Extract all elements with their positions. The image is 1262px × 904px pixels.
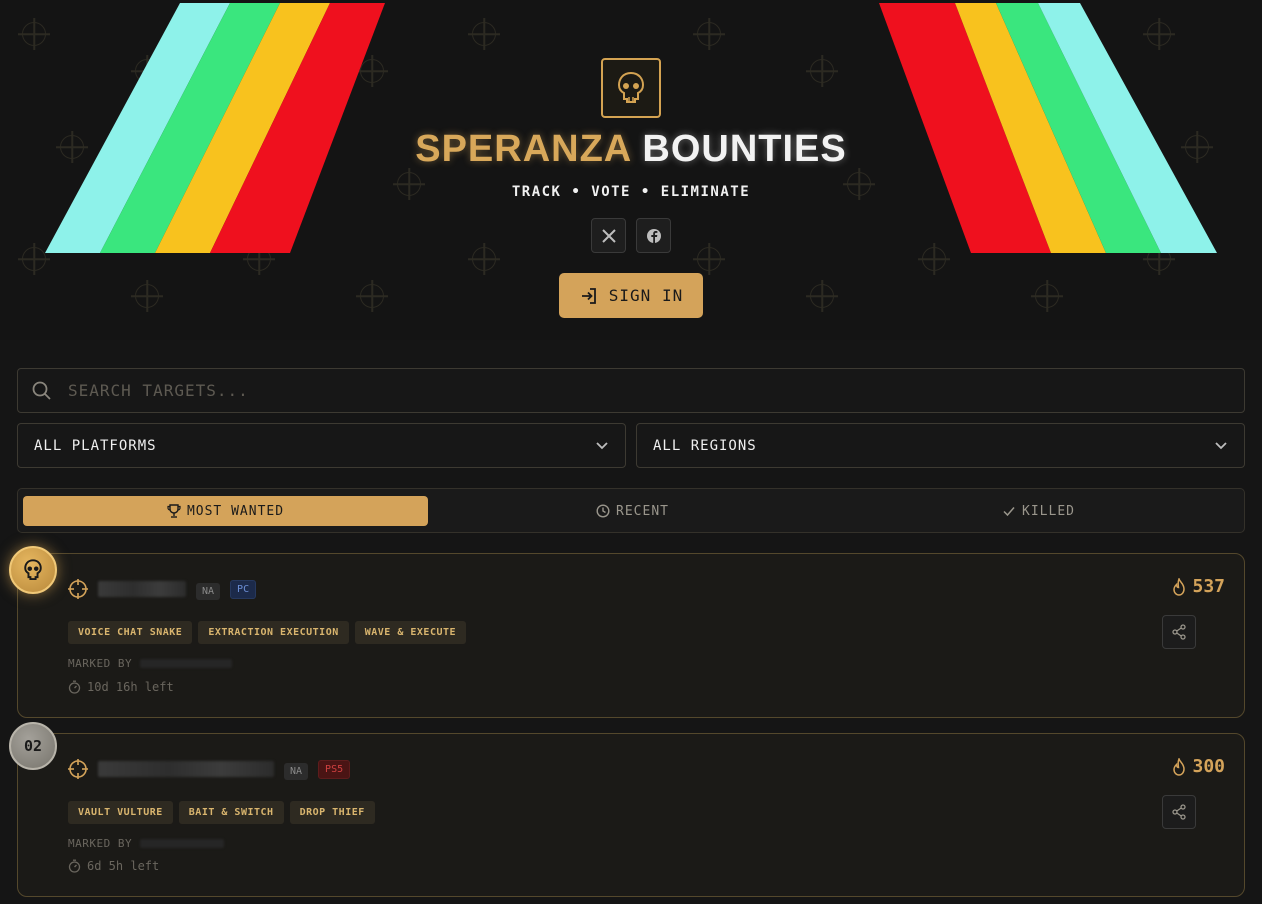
- vote-count[interactable]: 300: [1172, 756, 1225, 777]
- vote-count-value: 300: [1192, 756, 1225, 777]
- tag: WAVE & EXECUTE: [354, 621, 467, 644]
- crosshair-target-icon: [68, 759, 88, 779]
- rank-badge: 02: [9, 722, 57, 770]
- platform-select[interactable]: ALL PLATFORMS: [17, 423, 626, 468]
- marked-by-name-redacted: [140, 839, 225, 848]
- marked-by-label: MARKED BY: [68, 657, 133, 670]
- marked-by-label: MARKED BY: [68, 837, 133, 850]
- stopwatch-icon: [68, 859, 81, 873]
- crosshair-target-icon: [68, 579, 88, 599]
- tab-most-wanted-label: MOST WANTED: [186, 503, 285, 519]
- tab-killed[interactable]: KILLED: [836, 496, 1241, 526]
- share-icon: [1172, 804, 1186, 820]
- sign-in-label: SIGN IN: [608, 286, 684, 305]
- clock-icon: [596, 504, 610, 518]
- share-button[interactable]: [1162, 795, 1196, 829]
- time-left-text: 6d 5h left: [87, 859, 160, 873]
- search-bar: [17, 368, 1245, 413]
- rank-badge: [9, 546, 57, 594]
- crosshair-icon: [697, 22, 721, 46]
- share-button[interactable]: [1162, 615, 1196, 649]
- platform-select-value: ALL PLATFORMS: [34, 437, 157, 454]
- region-badge: NA: [196, 583, 221, 600]
- tag: DROP THIEF: [289, 801, 375, 824]
- tagline: TRACK • VOTE • ELIMINATE: [511, 184, 751, 200]
- skull-icon: [617, 71, 645, 103]
- search-input[interactable]: [68, 381, 1244, 400]
- time-left: 10d 16h left: [68, 680, 174, 694]
- region-select-value: ALL REGIONS: [653, 437, 757, 454]
- sign-in-button[interactable]: SIGN IN: [559, 273, 703, 318]
- region-select[interactable]: ALL REGIONS: [636, 423, 1245, 468]
- site-title: SPERANZA BOUNTIES: [0, 128, 1262, 171]
- target-header: NA PS5: [68, 758, 351, 780]
- marked-by: MARKED BY: [68, 837, 225, 850]
- trophy-icon: [167, 504, 181, 518]
- tab-killed-label: KILLED: [1022, 503, 1075, 519]
- crosshair-icon: [810, 59, 834, 83]
- hero-banner: SPERANZA BOUNTIES TRACK • VOTE • ELIMINA…: [0, 0, 1262, 340]
- sign-in-icon: [581, 287, 596, 304]
- tag-list: VOICE CHAT SNAKE EXTRACTION EXECUTION WA…: [68, 621, 467, 644]
- crosshair-icon: [1035, 284, 1059, 308]
- crosshair-icon: [697, 247, 721, 271]
- target-name-redacted: [98, 761, 274, 777]
- tag: BAIT & SWITCH: [178, 801, 284, 824]
- vote-count-value: 537: [1192, 576, 1225, 597]
- stopwatch-icon: [68, 680, 81, 694]
- x-icon: [601, 228, 616, 243]
- crosshair-icon: [135, 284, 159, 308]
- tag: VOICE CHAT SNAKE: [68, 621, 193, 644]
- crosshair-icon: [472, 247, 496, 271]
- tab-recent-label: RECENT: [616, 503, 669, 519]
- tag-list: VAULT VULTURE BAIT & SWITCH DROP THIEF: [68, 801, 375, 824]
- check-icon: [1003, 507, 1015, 517]
- tag: EXTRACTION EXECUTION: [198, 621, 349, 644]
- chevron-down-icon: [1215, 441, 1227, 449]
- platform-badge: PC: [230, 579, 257, 599]
- chevron-down-icon: [596, 441, 608, 449]
- x-social-button[interactable]: [591, 218, 626, 253]
- title-part-2: BOUNTIES: [642, 128, 847, 170]
- target-name-redacted: [98, 581, 186, 597]
- share-icon: [1172, 624, 1186, 640]
- time-left: 6d 5h left: [68, 859, 159, 873]
- bounty-card[interactable]: NA PC VOICE CHAT SNAKE EXTRACTION EXECUT…: [17, 553, 1245, 718]
- tag: VAULT VULTURE: [68, 801, 173, 824]
- time-left-text: 10d 16h left: [87, 680, 174, 694]
- search-icon: [32, 381, 51, 400]
- tab-recent[interactable]: RECENT: [430, 496, 835, 526]
- facebook-icon: [646, 228, 661, 243]
- flame-icon: [1173, 577, 1186, 596]
- skull-icon: [24, 559, 42, 581]
- rank-number: 02: [23, 737, 43, 755]
- crosshair-icon: [472, 22, 496, 46]
- region-badge: NA: [284, 763, 309, 780]
- logo: [601, 58, 661, 118]
- title-part-1: SPERANZA: [415, 128, 631, 170]
- tab-bar: MOST WANTED RECENT KILLED: [17, 488, 1245, 533]
- vote-count[interactable]: 537: [1172, 576, 1225, 597]
- crosshair-icon: [360, 284, 384, 308]
- platform-badge: PS5: [318, 759, 351, 779]
- flame-icon: [1173, 757, 1186, 776]
- bounty-card[interactable]: NA PS5 VAULT VULTURE BAIT & SWITCH DROP …: [17, 733, 1245, 897]
- marked-by-name-redacted: [140, 659, 233, 668]
- facebook-social-button[interactable]: [636, 218, 671, 253]
- target-header: NA PC: [68, 578, 257, 600]
- marked-by: MARKED BY: [68, 657, 233, 670]
- crosshair-icon: [810, 284, 834, 308]
- tab-most-wanted[interactable]: MOST WANTED: [23, 496, 428, 526]
